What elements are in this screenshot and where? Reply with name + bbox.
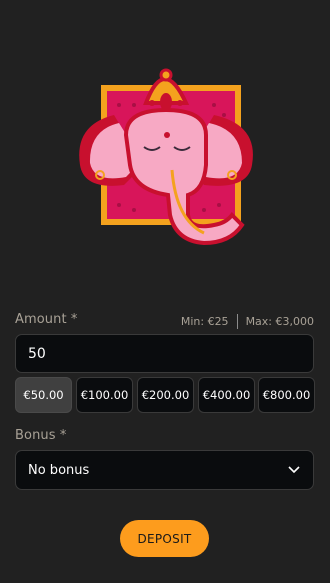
limits-divider bbox=[236, 314, 238, 329]
bonus-select[interactable]: No bonus bbox=[15, 450, 314, 490]
amount-label: Amount * bbox=[15, 312, 78, 327]
deposit-button[interactable]: DEPOSIT bbox=[120, 520, 209, 557]
amount-limits: Min: €25 Max: €3,000 bbox=[181, 314, 314, 329]
amount-presets: €50.00 €100.00 €200.00 €400.00 €800.00 bbox=[15, 377, 315, 413]
amount-input[interactable] bbox=[15, 334, 314, 373]
bonus-selected-value: No bonus bbox=[28, 462, 90, 478]
min-amount: Min: €25 bbox=[180, 315, 229, 328]
preset-400-button[interactable]: €400.00 bbox=[198, 377, 255, 413]
preset-200-button[interactable]: €200.00 bbox=[137, 377, 194, 413]
preset-50-button[interactable]: €50.00 bbox=[15, 377, 72, 413]
bonus-label: Bonus * bbox=[15, 428, 67, 443]
max-amount: Max: €3,000 bbox=[245, 315, 314, 328]
preset-800-button[interactable]: €800.00 bbox=[258, 377, 315, 413]
ganesha-logo-icon bbox=[64, 55, 264, 250]
chevron-down-icon bbox=[287, 461, 301, 480]
preset-100-button[interactable]: €100.00 bbox=[76, 377, 133, 413]
